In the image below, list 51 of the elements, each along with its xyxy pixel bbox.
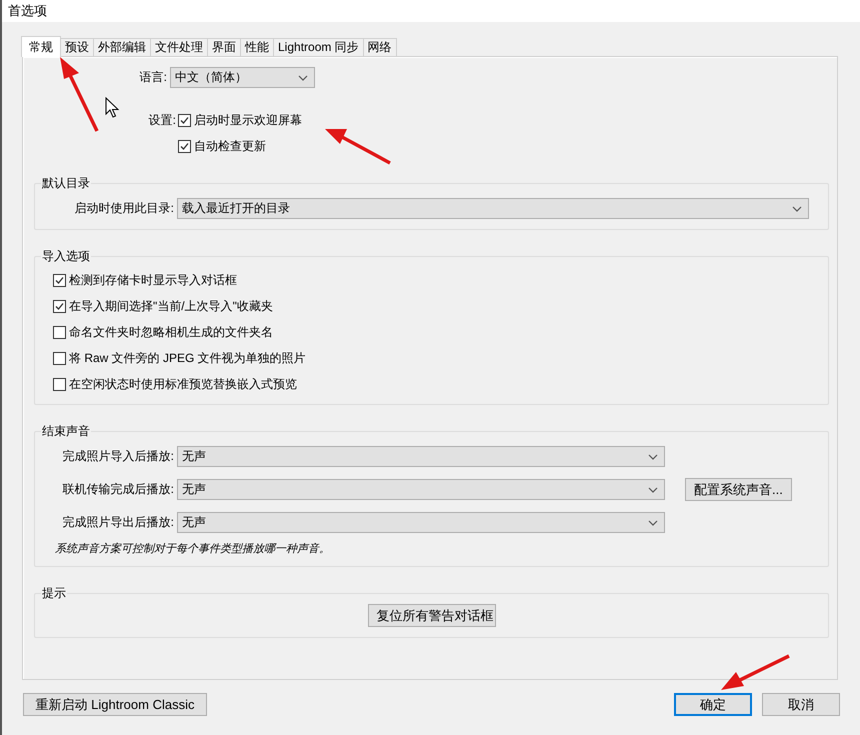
- tab[interactable]: Lightroom 同步: [273, 38, 364, 56]
- group-title: 提示: [41, 585, 67, 602]
- checkbox[interactable]: [53, 274, 66, 286]
- tab[interactable]: 文件处理: [150, 38, 208, 56]
- checkbox[interactable]: [178, 140, 191, 152]
- checkbox-label: 将 Raw 文件旁的 JPEG 文件视为单独的照片: [69, 350, 306, 366]
- field-label: 语言:: [138, 69, 167, 86]
- tab[interactable]: 性能: [240, 38, 274, 56]
- field-label: 设置:: [148, 112, 176, 128]
- chevron-down-icon: [648, 520, 658, 526]
- window-title: 首选项: [8, 2, 47, 20]
- checkbox-label: 检测到存储卡时显示导入对话框: [69, 272, 237, 288]
- checkbox[interactable]: [53, 326, 66, 338]
- checkbox[interactable]: [53, 378, 66, 390]
- dropdown[interactable]: 无声: [177, 479, 665, 500]
- dropdown[interactable]: 无声: [177, 512, 665, 533]
- configure-sounds-button[interactable]: 配置系统声音...: [685, 478, 792, 501]
- tab[interactable]: 网络: [362, 38, 397, 56]
- chevron-down-icon: [648, 454, 658, 460]
- restart-button[interactable]: 重新启动 Lightroom Classic: [23, 693, 207, 716]
- group-title: 导入选项: [41, 248, 91, 265]
- checkbox-label: 在空闲状态时使用标准预览替换嵌入式预览: [69, 376, 297, 392]
- ok-button[interactable]: 确定: [674, 693, 752, 716]
- cancel-button[interactable]: 取消: [762, 693, 840, 716]
- group-title: 结束声音: [41, 423, 91, 440]
- checkbox-label: 启动时显示欢迎屏幕: [194, 112, 302, 128]
- checkbox-label: 命名文件夹时忽略相机生成的文件夹名: [69, 324, 273, 340]
- checkbox-label: 在导入期间选择"当前/上次导入"收藏夹: [69, 298, 273, 314]
- field-label: 启动时使用此目录:: [74, 200, 174, 217]
- checkbox[interactable]: [178, 114, 191, 126]
- note-text: 系统声音方案可控制对于每个事件类型播放哪一种声音。: [55, 542, 331, 556]
- checkbox-label: 自动检查更新: [194, 138, 266, 154]
- reset-warnings-button[interactable]: 复位所有警告对话框: [368, 604, 496, 627]
- tab[interactable]: 常规: [21, 36, 61, 57]
- mouse-cursor-icon: [105, 97, 121, 119]
- field-label: 完成照片导出后播放:: [62, 514, 174, 531]
- arrow-annotation: [721, 654, 790, 690]
- field-label: 完成照片导入后播放:: [62, 448, 174, 465]
- chevron-down-icon: [648, 486, 658, 492]
- chevron-down-icon: [298, 74, 308, 80]
- chevron-down-icon: [792, 206, 802, 212]
- dropdown[interactable]: 无声: [177, 446, 665, 467]
- dropdown[interactable]: 中文（简体）: [170, 67, 315, 88]
- group-title: 默认目录: [41, 175, 91, 192]
- field-label: 联机传输完成后播放:: [62, 481, 174, 498]
- checkbox[interactable]: [53, 300, 66, 312]
- tab[interactable]: 外部编辑: [93, 38, 151, 56]
- dropdown[interactable]: 载入最近打开的目录: [177, 198, 809, 219]
- arrow-annotation: [325, 129, 391, 165]
- checkbox[interactable]: [53, 352, 66, 364]
- tab[interactable]: 预设: [60, 38, 94, 56]
